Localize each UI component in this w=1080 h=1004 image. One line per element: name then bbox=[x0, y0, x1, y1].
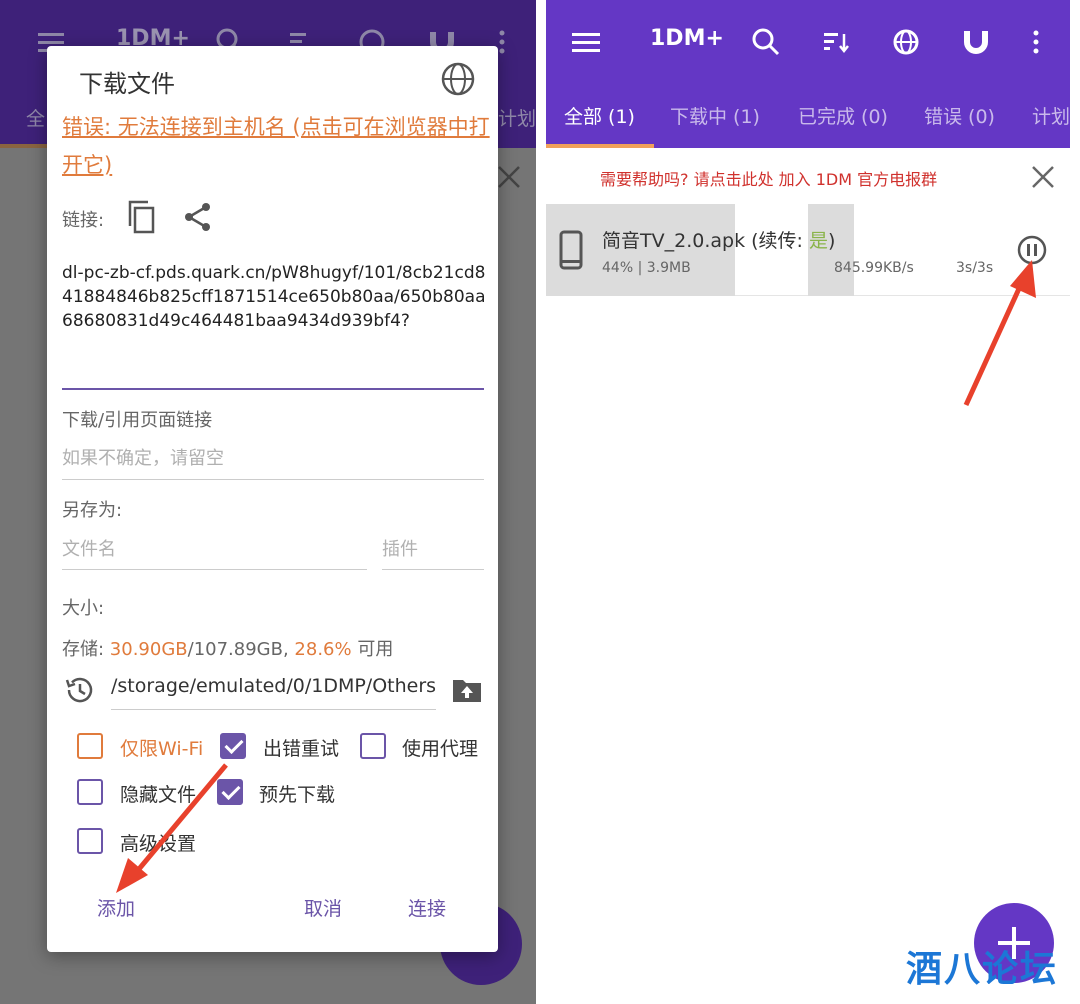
app-toolbar: 1DM+ bbox=[546, 0, 1070, 82]
save-path[interactable]: /storage/emulated/0/1DMP/Others bbox=[111, 675, 436, 697]
use-proxy-label: 使用代理 bbox=[402, 738, 479, 760]
download-item[interactable]: 简音TV_2.0.apk (续传: 是) 44% | 3.9MB 845.99K… bbox=[546, 204, 1070, 296]
progress-text: 44% | 3.9MB bbox=[602, 260, 691, 276]
tab-errors[interactable]: 错误 (0) bbox=[924, 102, 995, 129]
referer-input[interactable]: 如果不确定，请留空 bbox=[62, 444, 224, 470]
advanced-label: 高级设置 bbox=[120, 833, 197, 855]
download-filename: 简音TV_2.0.apk (续传: 是) bbox=[602, 226, 835, 253]
wifi-only-label: 仅限Wi-Fi bbox=[120, 738, 204, 760]
filename-input[interactable]: 文件名 bbox=[62, 535, 116, 561]
saveas-label: 另存为: bbox=[62, 500, 123, 521]
panel-divider bbox=[536, 0, 546, 1004]
resume-suffix: ) bbox=[828, 230, 836, 252]
time-remaining: 3s/3s bbox=[956, 260, 994, 276]
storage-info: 存储: 30.90GB/107.89GB, 28.6% 可用 bbox=[62, 635, 393, 661]
storage-total: /107.89GB, bbox=[187, 639, 295, 660]
referer-label: 下载/引用页面链接 bbox=[62, 410, 213, 431]
url-input[interactable]: dl-pc-zb-cf.pds.quark.cn/pW8hugyf/101/8c… bbox=[62, 261, 487, 333]
resume-value: 是 bbox=[808, 230, 828, 252]
sort-icon[interactable] bbox=[816, 22, 856, 62]
resume-prefix: (续传: bbox=[745, 230, 809, 252]
tab-scheduled[interactable]: 计划 bbox=[498, 104, 536, 131]
tab-completed[interactable]: 已完成 (0) bbox=[798, 102, 888, 129]
pre-download-checkbox[interactable] bbox=[217, 779, 243, 805]
download-file-dialog: 下载文件 错误: 无法连接到主机名 (点击可在浏览器中打开它) 链接: dl-p… bbox=[47, 46, 498, 952]
path-underline bbox=[111, 709, 436, 710]
close-banner-icon bbox=[498, 166, 520, 188]
storage-used: 30.90GB bbox=[109, 639, 188, 660]
url-underline bbox=[62, 388, 484, 390]
retry-on-error-checkbox[interactable] bbox=[220, 733, 246, 759]
search-icon[interactable] bbox=[746, 22, 786, 62]
tab-downloading[interactable]: 下载中 (1) bbox=[670, 102, 760, 129]
tab-scheduled[interactable]: 计划 bbox=[1032, 102, 1070, 129]
tab-bar: 全部 (1) 下载中 (1) 已完成 (0) 错误 (0) 计划 bbox=[546, 82, 1070, 148]
connect-button[interactable]: 连接 bbox=[408, 894, 446, 921]
left-screen: 1DM+ 全 计划 下载文件 错误: 无法连接到主机名 (点击可在浏览器中打开它… bbox=[0, 0, 536, 1004]
wifi-only-checkbox[interactable] bbox=[77, 733, 103, 759]
pause-icon[interactable] bbox=[1016, 234, 1048, 266]
storage-suffix: 可用 bbox=[351, 639, 394, 660]
menu-icon[interactable] bbox=[566, 22, 606, 62]
globe-icon[interactable] bbox=[439, 60, 477, 98]
download-speed: 845.99KB/s bbox=[834, 260, 914, 276]
help-banner[interactable]: 需要帮助吗? 请点击此处 加入 1DM 官方电报群 bbox=[546, 148, 1070, 204]
share-icon[interactable] bbox=[181, 200, 215, 234]
storage-prefix: 存储: bbox=[62, 639, 110, 660]
browser-icon[interactable] bbox=[886, 22, 926, 62]
hide-file-label: 隐藏文件 bbox=[120, 784, 197, 806]
cancel-button[interactable]: 取消 bbox=[304, 894, 342, 921]
right-screen: 1DM+ 全部 (1) 下载中 (1) 已完成 (0) 错误 (0) 计划 需要… bbox=[546, 0, 1070, 1004]
phone-file-icon bbox=[559, 230, 583, 270]
help-banner-text[interactable]: 需要帮助吗? 请点击此处 加入 1DM 官方电报群 bbox=[600, 166, 937, 190]
connection-error-link[interactable]: 错误: 无法连接到主机名 (点击可在浏览器中打开它) bbox=[62, 108, 490, 184]
hide-file-checkbox[interactable] bbox=[77, 779, 103, 805]
filename-underline bbox=[62, 569, 367, 570]
storage-percent: 28.6% bbox=[294, 639, 352, 660]
close-icon[interactable] bbox=[1030, 164, 1056, 190]
advanced-checkbox[interactable] bbox=[77, 828, 103, 854]
link-label: 链接: bbox=[62, 210, 105, 231]
add-button[interactable]: 添加 bbox=[97, 894, 135, 921]
size-label: 大小: bbox=[62, 598, 105, 619]
tab-all[interactable]: 全部 (1) bbox=[564, 102, 635, 129]
dialog-title: 下载文件 bbox=[79, 70, 175, 98]
folder-upload-icon[interactable] bbox=[451, 674, 483, 704]
magnet-icon[interactable] bbox=[956, 22, 996, 62]
use-proxy-checkbox[interactable] bbox=[360, 733, 386, 759]
history-icon[interactable] bbox=[63, 674, 95, 706]
watermark: 酒八论坛 bbox=[906, 949, 1059, 990]
tab-all[interactable]: 全 bbox=[26, 104, 45, 131]
referer-underline bbox=[62, 479, 484, 480]
plugin-input[interactable]: 插件 bbox=[382, 535, 418, 561]
pre-download-label: 预先下载 bbox=[259, 784, 336, 806]
more-icon[interactable] bbox=[1016, 22, 1056, 62]
plugin-underline bbox=[382, 569, 484, 570]
app-title: 1DM+ bbox=[650, 26, 724, 51]
retry-on-error-label: 出错重试 bbox=[263, 738, 340, 760]
copy-icon[interactable] bbox=[125, 198, 159, 236]
filename-text: 简音TV_2.0.apk bbox=[602, 230, 746, 252]
